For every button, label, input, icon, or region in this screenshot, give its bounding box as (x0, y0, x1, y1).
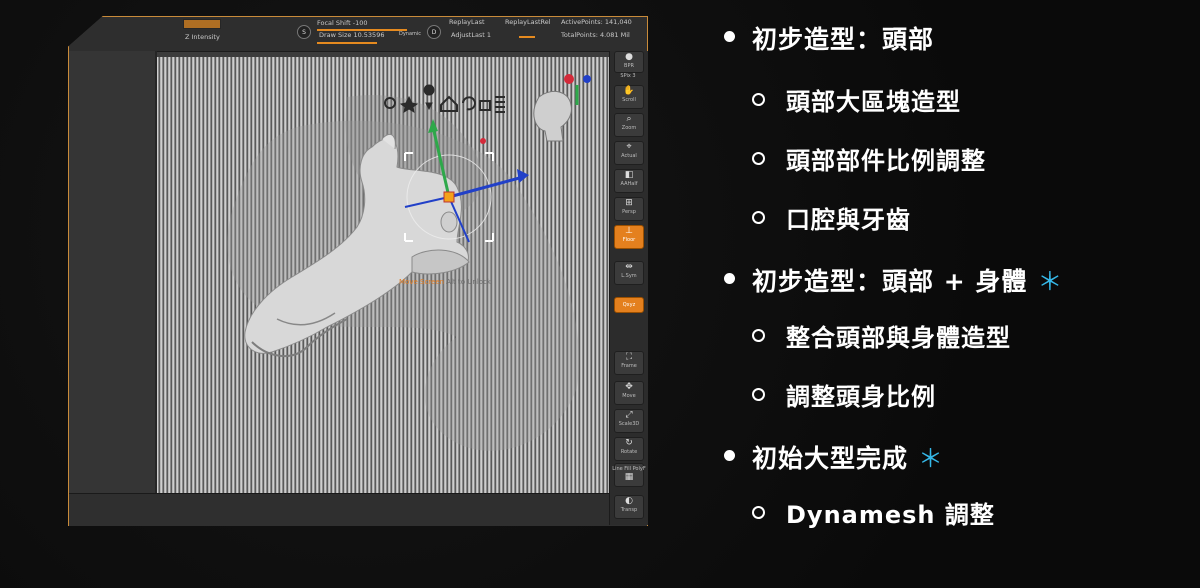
undo-icon[interactable] (462, 96, 476, 111)
bullet-item-level2: 頭部部件比例調整 (786, 147, 986, 175)
polyframe-icon: ▦ (624, 472, 634, 482)
bullet-circle (752, 506, 765, 519)
lsym-button[interactable]: ⇹ L.Sym (614, 261, 644, 285)
transp-icon: ◐ (625, 496, 633, 506)
draw-size-bar (317, 42, 377, 44)
lock-icon[interactable] (479, 100, 491, 111)
bullet-circle (752, 211, 765, 224)
asterisk-icon: ＊ (918, 444, 945, 473)
s-icon[interactable]: S (297, 25, 311, 39)
transp-button[interactable]: ◐ Transp (614, 495, 644, 519)
rotate-icon: ↻ (625, 438, 633, 448)
focal-shift-slider[interactable]: Focal Shift -100 (317, 19, 368, 27)
floor-icon: ⊥ (625, 226, 633, 236)
bullet-circle (752, 329, 765, 342)
bullet-circle (752, 93, 765, 106)
location-icon[interactable] (423, 84, 435, 111)
bullet-dot (724, 273, 735, 284)
bottom-tray (69, 493, 647, 526)
zbrush-top-toolbar: Z Intensity S Focal Shift -100 Draw Size… (69, 17, 647, 52)
adjust-last-slider[interactable]: AdjustLast 1 (451, 31, 491, 39)
aahalf-button[interactable]: ◧ AAHalf (614, 169, 644, 193)
persp-icon: ⊞ (625, 198, 633, 208)
bullet-item-level2: 頭部大區塊造型 (786, 88, 961, 116)
draw-size-slider[interactable]: Draw Size 10.53596 (319, 31, 384, 39)
document-viewport[interactable]: Move Screen Alt to Unlock (157, 57, 609, 493)
viewport-hint: Move Screen Alt to Unlock (399, 278, 491, 286)
active-points-readout: ActivePoints: 141,040 (561, 18, 632, 26)
scroll-button[interactable]: ✋ Scroll (614, 85, 644, 109)
home-icon[interactable] (440, 95, 458, 112)
left-tray (69, 51, 155, 525)
bullet-item-level2: Dynamesh 調整 (786, 501, 995, 529)
move-button[interactable]: ✥ Move (614, 381, 644, 405)
brush-mode-button[interactable] (183, 19, 221, 29)
floor-button[interactable]: ⊥ Floor (614, 225, 644, 249)
bullet-dot (724, 31, 735, 42)
bullet-dot (724, 450, 735, 461)
asterisk-icon: ＊ (1037, 267, 1064, 296)
dynamic-toggle[interactable]: Dynamic (399, 31, 421, 37)
aahalf-icon: ◧ (624, 170, 634, 180)
total-points-readout: TotalPoints: 4.081 Mil (561, 31, 630, 39)
bpr-render-button[interactable]: ● BPR (614, 51, 644, 73)
d-icon[interactable]: D (427, 25, 441, 39)
bullet-item-level2: 口腔與牙齒 (786, 206, 911, 234)
rotate-button[interactable]: ↻ Rotate (614, 437, 644, 461)
replay-last-rel-button[interactable]: ReplayLastRel (505, 18, 551, 26)
scale-icon: ⤢ (625, 410, 633, 420)
sculpt-canvas (227, 74, 591, 451)
persp-button[interactable]: ⊞ Persp (614, 197, 644, 221)
bullet-circle (752, 152, 765, 165)
move-icon: ✥ (625, 382, 633, 392)
actual-icon: ⌖ (626, 142, 632, 152)
polyframe-button[interactable]: Line Fill PolyF ▦ (612, 463, 646, 487)
bullet-item-level1: 初步造型：頭部 + 身體＊ (752, 267, 1064, 296)
z-intensity-slider[interactable]: Z Intensity (185, 33, 220, 41)
bullet-item-level1: 初步造型：頭部 (752, 25, 935, 54)
spix-slider[interactable]: SPix 3 (620, 73, 636, 81)
bullet-circle (752, 388, 765, 401)
move-screen-label: Move Screen (399, 278, 445, 286)
bullet-item-level2: 調整頭身比例 (786, 383, 936, 411)
hand-icon: ✋ (623, 86, 635, 96)
list-icon[interactable] (495, 96, 505, 113)
actual-button[interactable]: ⌖ Actual (614, 141, 644, 165)
adjust-last-bar (519, 36, 535, 38)
bullet-item-level1: 初始大型完成＊ (752, 444, 945, 473)
alt-unlock-label: Alt to Unlock (446, 278, 491, 286)
frame-icon: ⛶ (625, 352, 633, 362)
zoom-icon: ⌕ (626, 114, 632, 124)
lsym-icon: ⇹ (625, 262, 633, 272)
right-shelf: ● BPR SPix 3 ✋ Scroll ⌕ Zoom ⌖ Actual ◧ AAHal… (609, 51, 648, 525)
bullet-item-level2: 整合頭部與身體造型 (786, 324, 1011, 352)
navigation-head-widget[interactable] (533, 74, 591, 142)
replay-last-button[interactable]: ReplayLast (449, 18, 485, 26)
render-sphere-icon: ● (625, 52, 633, 62)
scale3d-button[interactable]: ⤢ Scale3D (614, 409, 644, 433)
zoom-button[interactable]: ⌕ Zoom (614, 113, 644, 137)
xyz-button[interactable]: Qxyz (614, 297, 644, 313)
frame-button[interactable]: ⛶ Frame (614, 351, 644, 375)
zbrush-window: Z Intensity S Focal Shift -100 Draw Size… (68, 16, 648, 526)
